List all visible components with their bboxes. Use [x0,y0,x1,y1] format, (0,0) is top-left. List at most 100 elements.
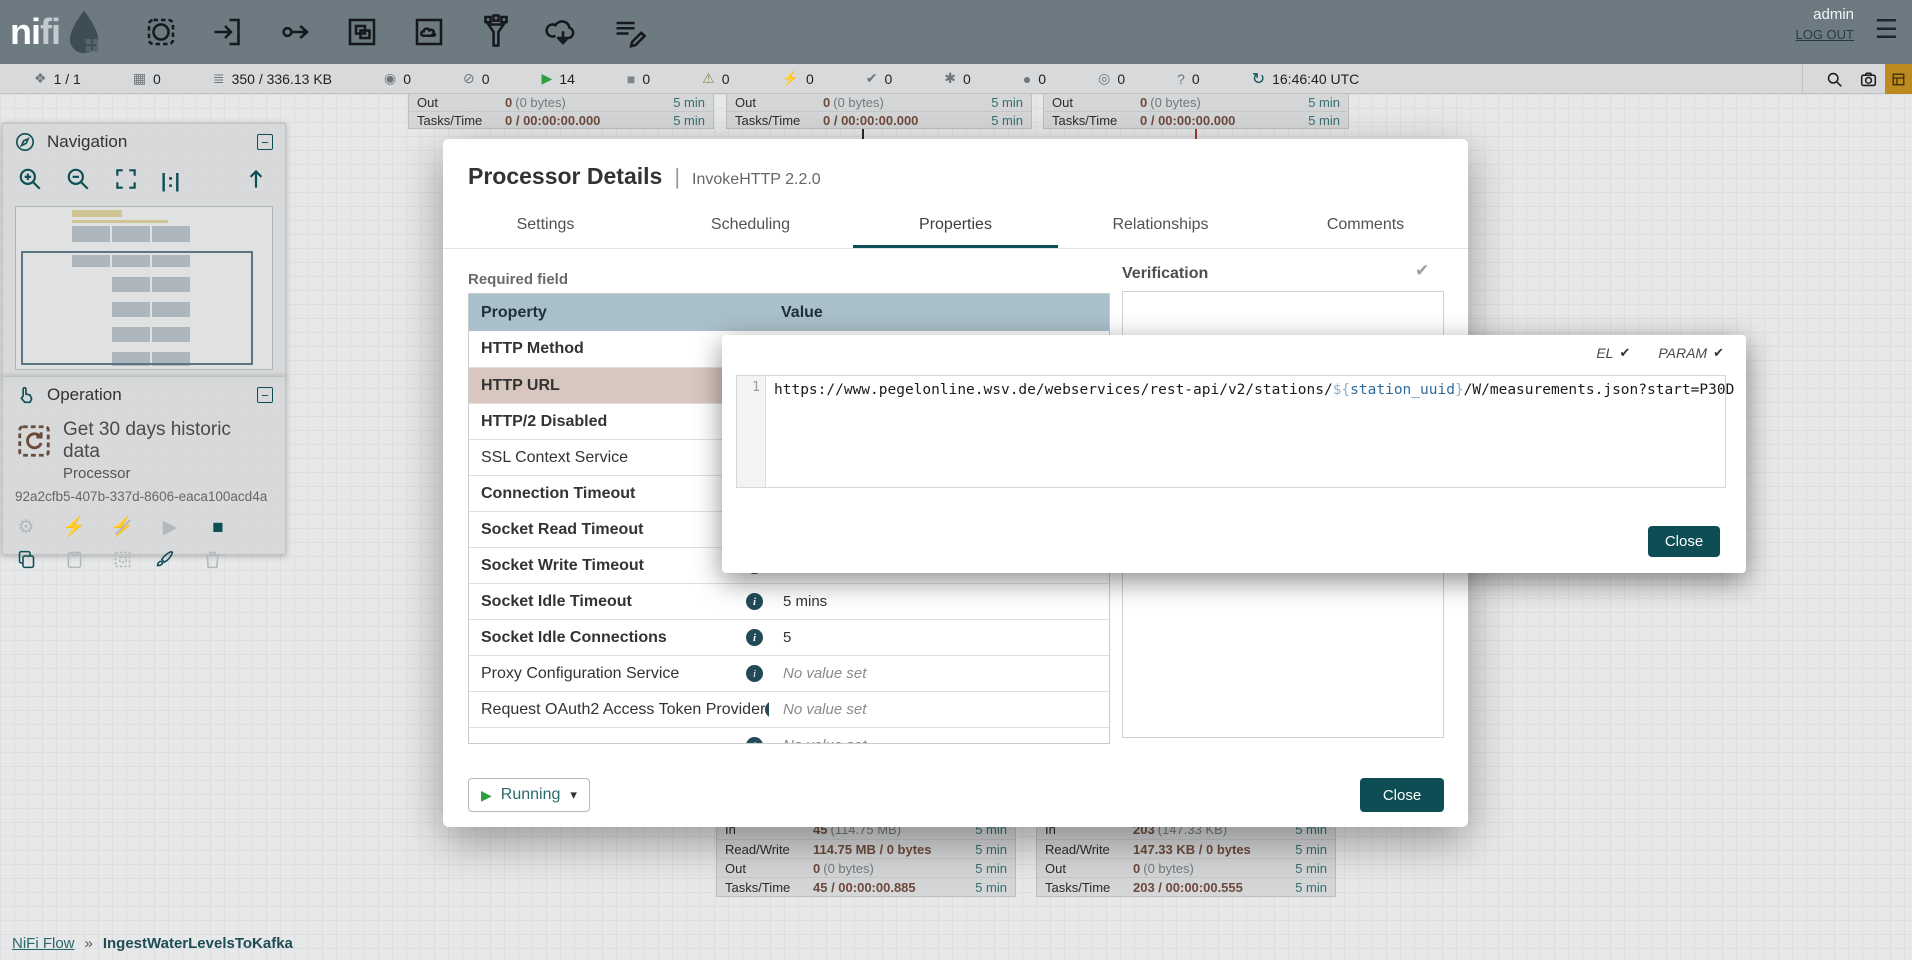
property-value[interactable]: No value set [769,737,1109,744]
paste-icon[interactable] [63,548,85,570]
input-port-icon[interactable] [209,13,247,51]
label-icon[interactable] [611,13,649,51]
status-item-up-to-date: ✔0 [866,70,893,87]
selected-component-name: Get 30 days historic data [63,419,273,463]
flow-analysis-button[interactable] [1885,64,1912,94]
funnel-icon[interactable] [477,13,515,51]
running-icon: ▶ [542,70,553,87]
color-icon[interactable] [153,548,175,570]
compass-icon [15,132,35,152]
stat-row: Out0(0 bytes)5 min [1044,94,1348,111]
property-row[interactable]: Socket Idle Connectionsi5 [469,619,1109,655]
property-row[interactable]: Proxy Configuration ServiceiNo value set [469,655,1109,691]
cluster-icon: ❖ [34,70,47,87]
tab-settings[interactable]: Settings [443,204,648,248]
selected-component-uuid: 92a2cfb5-407b-337d-8606-eaca100acd4a [15,489,273,504]
property-row[interactable]: i No value set [469,727,1109,744]
processor-stats-table: In45(114.75 MB)5 minRead/Write114.75 MB … [716,819,1016,897]
status-item-stale: ●0 [1023,71,1046,87]
disable-icon[interactable]: ⚡ [111,516,133,538]
dialog-close-button[interactable]: Close [1360,778,1444,812]
minimap-viewport[interactable] [21,251,253,365]
tab-properties[interactable]: Properties [853,204,1058,248]
status-count: 1 / 1 [54,71,81,87]
component-toolbar [142,13,649,51]
collapse-icon[interactable]: − [257,387,273,403]
zoom-in-icon[interactable] [17,166,43,197]
property-value[interactable]: 5 [769,629,1109,646]
status-count: 0 [642,71,650,87]
navigate-up-icon[interactable] [243,166,269,197]
current-user: admin [1795,6,1854,23]
stat-row: Tasks/Time203 / 00:00:00.5555 min [1037,877,1335,896]
run-state-button[interactable]: ▶ Running ▾ [468,778,590,812]
navigation-tools: |:| [3,160,285,197]
property-value-text[interactable]: https://www.pegelonline.wsv.de/webservic… [766,376,1734,487]
info-icon[interactable]: i [746,593,763,610]
editor-close-button[interactable]: Close [1648,526,1720,557]
collapse-icon[interactable]: − [257,134,273,150]
stat-row: Out0(0 bytes)5 min [1037,858,1335,877]
divider [1802,64,1803,94]
flow-snapshot-icon[interactable] [1851,64,1885,94]
tab-relationships[interactable]: Relationships [1058,204,1263,248]
property-value[interactable]: 5 mins [769,593,1109,610]
check-icon: ✔ [1619,345,1630,361]
zoom-out-icon[interactable] [65,166,91,197]
stat-row: Tasks/Time0 / 00:00:00.0005 min [409,111,713,128]
status-item-disabled: ⚡0 [782,70,814,87]
global-menu-icon[interactable]: ☰ [1875,14,1898,45]
user-area: admin LOG OUT [1795,6,1854,44]
processor-stats-table: Out0(0 bytes)5 minTasks/Time0 / 00:00:00… [1043,93,1349,129]
start-icon[interactable]: ▶ [159,516,181,538]
process-group-icon[interactable] [343,13,381,51]
dialog-tabs: SettingsSchedulingPropertiesRelationship… [443,204,1468,249]
app-header: nifi admin LOG OUT ☰ [0,0,1912,64]
verification-check-icon[interactable]: ✔ [1415,261,1429,281]
status-count: 0 [1117,71,1125,87]
info-icon[interactable]: i [746,665,763,682]
value-column-header: Value [769,304,1109,322]
stat-row: Tasks/Time45 / 00:00:00.8855 min [717,877,1015,896]
delete-icon[interactable] [201,548,223,570]
zoom-fit-icon[interactable] [113,166,139,197]
birdseye-minimap[interactable] [15,206,273,370]
invalid-icon: ⚠ [702,70,715,87]
navigation-panel-title: Navigation [47,132,257,152]
info-icon[interactable]: i [746,737,763,744]
property-row[interactable]: Request OAuth2 Access Token ProvideriNo … [469,691,1109,727]
cloud-download-icon[interactable] [544,13,582,51]
property-value[interactable]: No value set [769,701,1109,718]
locally-modified-stale-icon: ◎ [1098,70,1110,87]
running-state-icon: ▶ [481,787,492,804]
line-number-gutter: 1 [737,376,766,487]
tab-scheduling[interactable]: Scheduling [648,204,853,248]
zoom-actual-icon[interactable]: |:| [161,171,181,193]
property-row[interactable]: Socket Idle Timeouti5 mins [469,583,1109,619]
value-code-editor[interactable]: 1 https://www.pegelonline.wsv.de/webserv… [736,375,1726,488]
property-value[interactable]: No value set [769,665,1109,682]
group-icon[interactable] [111,548,133,570]
configure-icon[interactable]: ⚙ [15,516,37,538]
stop-icon[interactable]: ■ [207,516,229,538]
stat-row: Out0(0 bytes)5 min [717,858,1015,877]
nifi-droplet-icon [62,9,106,55]
stat-row: Out0(0 bytes)5 min [409,94,713,111]
processor-icon[interactable] [142,13,180,51]
enable-icon[interactable]: ⚡ [63,516,85,538]
queue-icon: ≣ [213,70,225,87]
logout-link[interactable]: LOG OUT [1795,27,1854,42]
breadcrumb-root-link[interactable]: NiFi Flow [12,935,75,952]
remote-process-group-icon[interactable] [410,13,448,51]
tab-comments[interactable]: Comments [1263,204,1468,248]
stat-row: Read/Write147.33 KB / 0 bytes5 min [1037,839,1335,858]
copy-icon[interactable] [15,548,37,570]
status-count: 0 [482,71,490,87]
check-icon: ✔ [1713,345,1724,361]
status-count: 0 [885,71,893,87]
output-port-icon[interactable] [276,13,314,51]
refresh-icon[interactable]: ↻ [1252,69,1265,89]
search-icon[interactable] [1817,64,1851,94]
status-item-not-transmitting: ⊘0 [463,70,490,87]
info-icon[interactable]: i [746,629,763,646]
